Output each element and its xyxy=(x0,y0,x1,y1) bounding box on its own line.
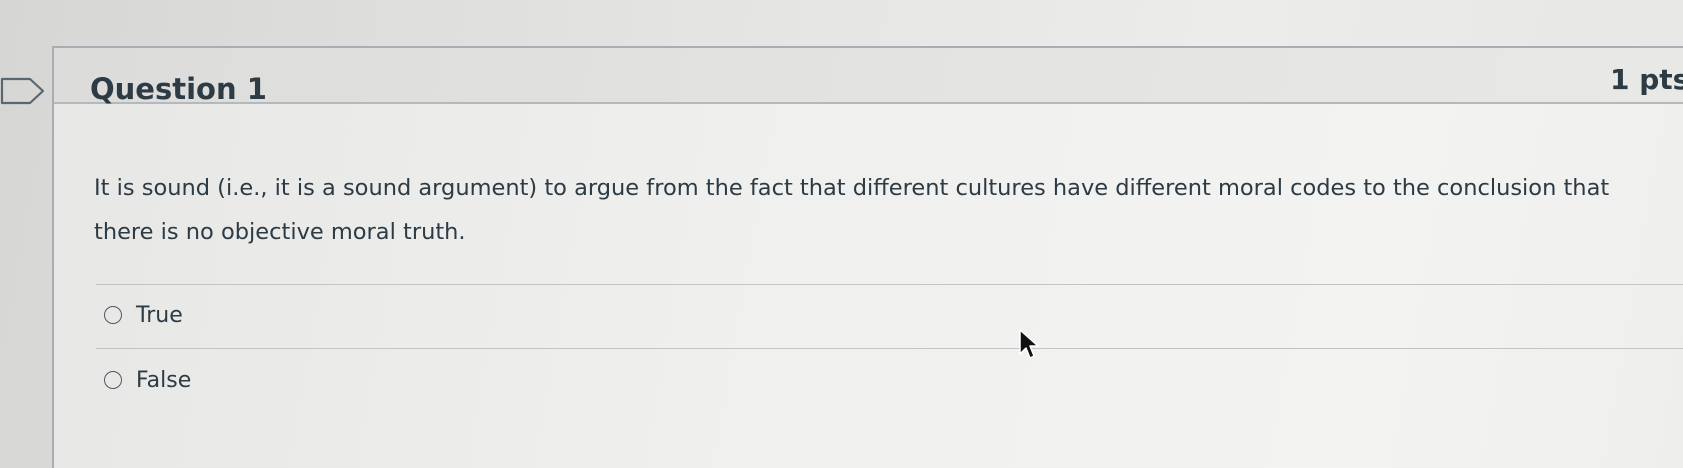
question-card: Question 1 1 pts It is sound (i.e., it i… xyxy=(52,46,1683,468)
answer-option-true[interactable]: True xyxy=(104,298,183,332)
question-text-line-2: there is no objective moral truth. xyxy=(94,219,466,245)
answers-top-divider xyxy=(96,284,1683,285)
flag-question-icon[interactable] xyxy=(0,72,46,110)
page-background-top xyxy=(0,0,1683,50)
question-title: Question 1 xyxy=(90,72,267,106)
question-text-line-1: It is sound (i.e., it is a sound argumen… xyxy=(94,175,1610,201)
answer-label-true[interactable]: True xyxy=(136,303,183,328)
answers-middle-divider xyxy=(96,348,1683,349)
answer-option-false[interactable]: False xyxy=(104,363,191,397)
question-header: Question 1 1 pts xyxy=(54,48,1683,106)
radio-button-false[interactable] xyxy=(104,371,122,389)
answer-label-false[interactable]: False xyxy=(136,368,191,393)
radio-button-true[interactable] xyxy=(104,306,122,324)
question-text: It is sound (i.e., it is a sound argumen… xyxy=(94,166,1683,254)
mouse-pointer-icon xyxy=(1019,329,1039,359)
question-points: 1 pts xyxy=(1610,63,1683,96)
